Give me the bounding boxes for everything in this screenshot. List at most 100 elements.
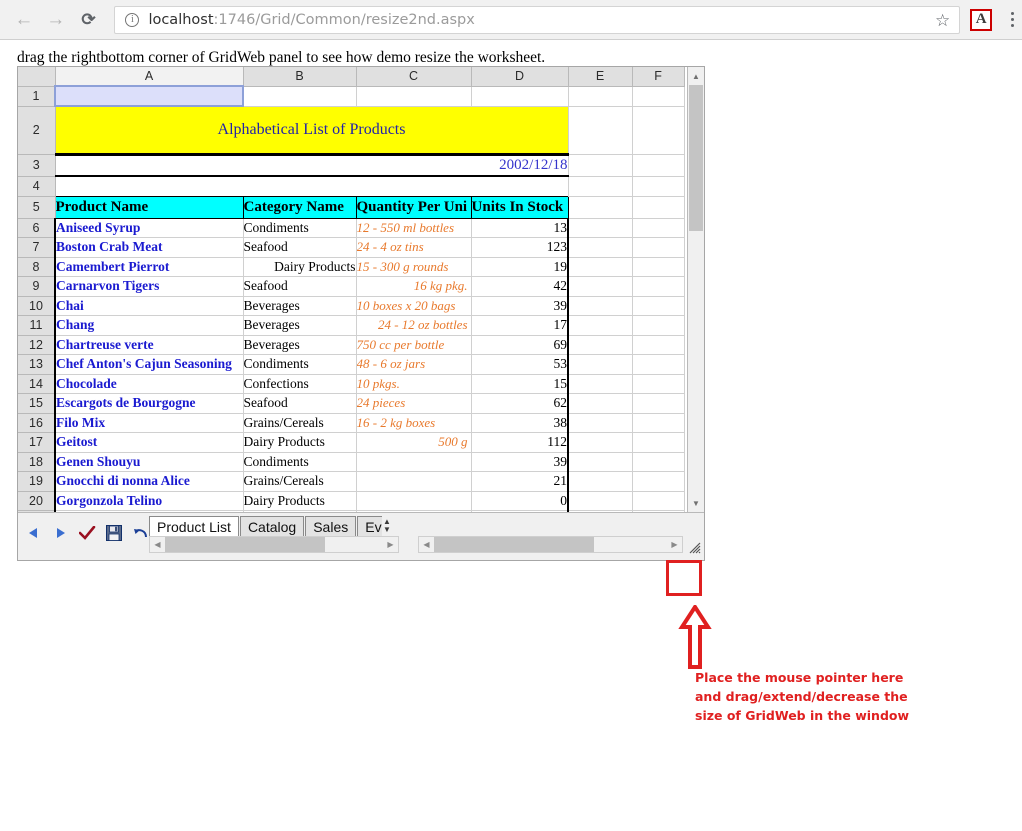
quantity-per-unit-cell[interactable]: 24 - 12 oz bottles (355, 315, 472, 336)
cell-f5[interactable] (631, 195, 685, 219)
cell-f6[interactable] (631, 217, 685, 238)
row-header-6[interactable]: 6 (18, 217, 56, 238)
product-name-cell[interactable]: Aniseed Syrup (53, 217, 244, 238)
product-name-cell[interactable]: Gnocchi di nonna Alice (53, 471, 244, 492)
column-header-e[interactable]: E (567, 67, 633, 87)
row-header-1[interactable]: 1 (18, 85, 56, 107)
sheet-horizontal-scrollbar[interactable]: ◀ ▶ (418, 536, 683, 553)
cell-e16[interactable] (567, 412, 633, 433)
product-name-cell[interactable]: Chartreuse verte (53, 334, 244, 355)
quantity-per-unit-cell[interactable]: 10 pkgs. (355, 373, 472, 394)
product-name-cell[interactable]: Chang (53, 315, 244, 336)
units-in-stock-cell[interactable]: 19 (470, 256, 570, 277)
sheet-tabs[interactable]: Product ListCatalogSalesEvaluation (149, 515, 382, 537)
category-name-cell[interactable]: Dairy Products (242, 256, 357, 277)
table-header-0[interactable]: Product Name (54, 195, 244, 219)
cell-f9[interactable] (631, 276, 685, 297)
column-header-f[interactable]: F (631, 67, 685, 87)
column-header-d[interactable]: D (470, 67, 569, 87)
tabs-scroll-thumb[interactable] (165, 537, 325, 552)
category-name-cell[interactable]: Seafood (242, 276, 357, 297)
tabs-scroll-left-button[interactable]: ◀ (150, 537, 165, 552)
submit-check-icon[interactable] (78, 524, 96, 542)
column-header-a[interactable]: A (54, 67, 244, 87)
cell-e18[interactable] (567, 451, 633, 472)
row-header-18[interactable]: 18 (18, 451, 56, 472)
units-in-stock-cell[interactable]: 13 (470, 217, 570, 238)
category-name-cell[interactable]: Beverages (242, 315, 357, 336)
category-name-cell[interactable]: Condiments (242, 217, 357, 238)
units-in-stock-cell[interactable]: 21 (470, 471, 570, 492)
quantity-per-unit-cell[interactable] (355, 471, 472, 492)
category-name-cell[interactable]: Grains/Cereals (242, 471, 357, 492)
vertical-scrollbar-thumb[interactable] (689, 85, 703, 231)
row-header-12[interactable]: 12 (18, 334, 56, 355)
quantity-per-unit-cell[interactable]: 750 cc per bottle (355, 334, 472, 355)
cell-e17[interactable] (567, 432, 633, 453)
row-header-4[interactable]: 4 (18, 175, 56, 197)
row-header-17[interactable]: 17 (18, 432, 56, 453)
row-header-9[interactable]: 9 (18, 276, 56, 297)
cell-b1[interactable] (242, 85, 357, 107)
cell-f1[interactable] (631, 85, 685, 107)
product-name-cell[interactable]: Geitost (53, 432, 244, 453)
row-header-2[interactable]: 2 (18, 105, 56, 155)
cell-e19[interactable] (567, 471, 633, 492)
cell-e4[interactable] (567, 175, 633, 197)
cell-f10[interactable] (631, 295, 685, 316)
site-info-icon[interactable]: i (125, 12, 140, 27)
worksheet-grid[interactable]: A B C D E F 1 2 Alphabetical List of Products 3 20… (18, 67, 685, 512)
units-in-stock-cell[interactable]: 15 (470, 373, 570, 394)
cell-a1[interactable] (53, 85, 245, 107)
product-name-cell[interactable]: Escargots de Bourgogne (53, 393, 244, 414)
category-name-cell[interactable]: Grains/Cereals (242, 412, 357, 433)
cell-e7[interactable] (567, 237, 633, 258)
cell-f8[interactable] (631, 256, 685, 277)
product-name-cell[interactable]: Carnarvon Tigers (53, 276, 244, 297)
cell-d1[interactable] (470, 85, 569, 107)
units-in-stock-cell[interactable]: 123 (470, 237, 570, 258)
category-name-cell[interactable]: Seafood (242, 237, 357, 258)
tabs-scroll-right-button[interactable]: ▶ (383, 537, 398, 552)
product-name-cell[interactable]: Gorgonzola Telino (53, 490, 244, 511)
scroll-down-button[interactable]: ▼ (688, 495, 704, 511)
product-name-cell[interactable]: Chai (53, 295, 244, 316)
product-name-cell[interactable]: Camembert Pierrot (53, 256, 244, 277)
title-banner-cell[interactable]: Alphabetical List of Products (55, 106, 569, 156)
quantity-per-unit-cell[interactable]: 16 - 2 kg boxes (355, 412, 472, 433)
date-cell[interactable]: 2002/12/18 (55, 154, 569, 177)
units-in-stock-cell[interactable]: 0 (470, 490, 570, 511)
quantity-per-unit-cell[interactable]: 12 - 550 ml bottles (355, 217, 472, 238)
tab-spin-down[interactable]: ▼ (383, 526, 391, 534)
sheet-tab-catalog[interactable]: Catalog (239, 516, 305, 537)
cell-f15[interactable] (631, 393, 685, 414)
units-in-stock-cell[interactable]: 112 (470, 432, 570, 453)
cell-e13[interactable] (567, 354, 633, 375)
sheet-tab-evaluation[interactable]: Evaluation (357, 516, 382, 537)
row-header-16[interactable]: 16 (18, 412, 56, 433)
sheet-scroll-thumb[interactable] (434, 537, 594, 552)
kebab-menu-icon[interactable] (1002, 7, 1022, 33)
category-name-cell[interactable]: Beverages (242, 295, 357, 316)
pdf-extension-icon[interactable]: A (970, 8, 993, 31)
cell-e6[interactable] (567, 217, 633, 238)
worksheet-area[interactable]: A B C D E F 1 2 Alphabetical List of Products 3 20… (18, 67, 688, 512)
category-name-cell[interactable]: Seafood (242, 393, 357, 414)
row-header-14[interactable]: 14 (18, 373, 56, 394)
cell-e15[interactable] (567, 393, 633, 414)
row-header-7[interactable]: 7 (18, 237, 56, 258)
quantity-per-unit-cell[interactable]: 48 - 6 oz jars (355, 354, 472, 375)
cell-e2[interactable] (567, 105, 633, 155)
sheet-scroll-right-button[interactable]: ▶ (667, 537, 682, 552)
tabs-horizontal-scrollbar[interactable]: ◀ ▶ (149, 536, 399, 553)
sheet-tab-sales[interactable]: Sales (305, 516, 357, 537)
cell-f20[interactable] (631, 490, 685, 511)
cell-e8[interactable] (567, 256, 633, 277)
cell-f7[interactable] (631, 237, 685, 258)
units-in-stock-cell[interactable]: 69 (470, 334, 570, 355)
cell-f12[interactable] (631, 334, 685, 355)
quantity-per-unit-cell[interactable] (355, 490, 472, 511)
quantity-per-unit-cell[interactable]: 16 kg pkg. (355, 276, 472, 297)
category-name-cell[interactable]: Condiments (242, 451, 357, 472)
sheet-scroll-left-button[interactable]: ◀ (419, 537, 434, 552)
